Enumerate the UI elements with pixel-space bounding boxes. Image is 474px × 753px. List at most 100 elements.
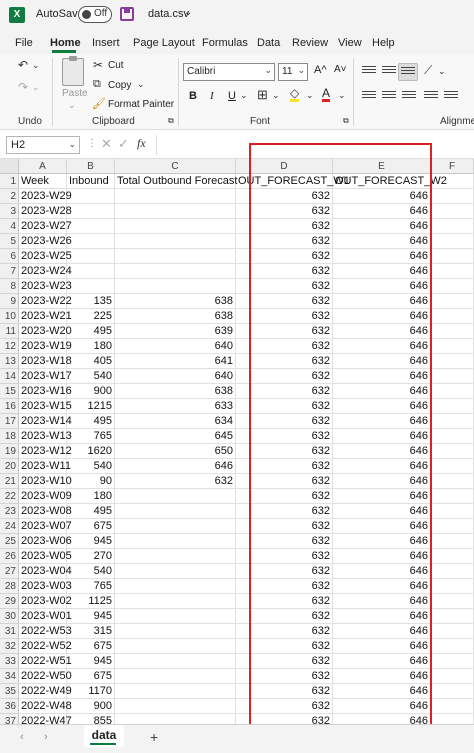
cell-d31[interactable]: 632 [236,624,333,639]
cell-f18[interactable] [431,429,474,444]
cell-f23[interactable] [431,504,474,519]
cell-c15[interactable]: 638 [115,384,236,399]
cell-d19[interactable]: 632 [236,444,333,459]
cell-c19[interactable]: 650 [115,444,236,459]
cell-c34[interactable] [115,669,236,684]
cell-b5[interactable] [67,234,115,249]
chevron-down-icon[interactable]: ⌄ [184,7,192,18]
cell-b17[interactable]: 495 [67,414,115,429]
cell-e25[interactable]: 646 [333,534,431,549]
cell-e30[interactable]: 646 [333,609,431,624]
format-painter-icon[interactable]: 🖌 [92,97,106,110]
cell-c28[interactable] [115,579,236,594]
cell-a8[interactable]: 2023-W23 [19,279,72,294]
cell-f22[interactable] [431,489,474,504]
cell-d8[interactable]: 632 [236,279,333,294]
chevron-down-icon[interactable]: ⌄ [338,90,346,101]
paste-icon[interactable] [62,56,84,86]
save-icon[interactable] [120,7,134,21]
cell-f15[interactable] [431,384,474,399]
cell-c33[interactable] [115,654,236,669]
cell-a16[interactable]: 2023-W15 [19,399,72,414]
cell-b20[interactable]: 540 [67,459,115,474]
cell-c22[interactable] [115,489,236,504]
chevron-down-icon[interactable]: ⌄ [272,90,280,101]
row-header[interactable]: 19 [0,444,19,459]
align-right-icon[interactable] [402,91,416,101]
cell-d4[interactable]: 632 [236,219,333,234]
row-header[interactable]: 16 [0,399,19,414]
row-header[interactable]: 5 [0,234,19,249]
row-header[interactable]: 11 [0,324,19,339]
cell-e16[interactable]: 646 [333,399,431,414]
cell-c32[interactable] [115,639,236,654]
cell-e1[interactable]: OUT_FORECAST_W2 [333,174,447,189]
cell-c30[interactable] [115,609,236,624]
cell-b4[interactable] [67,219,115,234]
cell-b1[interactable]: Inbound [67,174,115,189]
chevron-down-icon[interactable]: ⌄ [32,82,40,93]
cell-d12[interactable]: 632 [236,339,333,354]
cell-b35[interactable]: 1170 [67,684,115,699]
cell-e28[interactable]: 646 [333,579,431,594]
cell-f14[interactable] [431,369,474,384]
cell-f24[interactable] [431,519,474,534]
row-header[interactable]: 18 [0,429,19,444]
row-header[interactable]: 22 [0,489,19,504]
cell-f5[interactable] [431,234,474,249]
cell-a17[interactable]: 2023-W14 [19,414,72,429]
row-header[interactable]: 24 [0,519,19,534]
cell-e10[interactable]: 646 [333,309,431,324]
cell-e15[interactable]: 646 [333,384,431,399]
cell-f10[interactable] [431,309,474,324]
cell-f29[interactable] [431,594,474,609]
row-header[interactable]: 15 [0,384,19,399]
row-header[interactable]: 17 [0,414,19,429]
cell-b16[interactable]: 1215 [67,399,115,414]
cell-e32[interactable]: 646 [333,639,431,654]
cell-e11[interactable]: 646 [333,324,431,339]
cell-e8[interactable]: 646 [333,279,431,294]
cell-d32[interactable]: 632 [236,639,333,654]
chevron-right-icon[interactable]: › [44,731,48,743]
cell-a3[interactable]: 2023-W28 [19,204,72,219]
cell-d17[interactable]: 632 [236,414,333,429]
cell-f1[interactable] [431,174,474,189]
cell-b18[interactable]: 765 [67,429,115,444]
cell-f31[interactable] [431,624,474,639]
insert-function-button[interactable]: fx [137,136,146,151]
cell-f6[interactable] [431,249,474,264]
chevron-down-icon[interactable]: ⌄ [32,60,40,71]
cell-d36[interactable]: 632 [236,699,333,714]
cell-a36[interactable]: 2022-W48 [19,699,72,714]
tab-formulas[interactable]: Formulas [202,37,248,49]
cell-b26[interactable]: 270 [67,549,115,564]
cell-b12[interactable]: 180 [67,339,115,354]
cell-c16[interactable]: 633 [115,399,236,414]
cell-f27[interactable] [431,564,474,579]
cell-d21[interactable]: 632 [236,474,333,489]
cell-c4[interactable] [115,219,236,234]
cell-b3[interactable] [67,204,115,219]
cell-a24[interactable]: 2023-W07 [19,519,72,534]
cell-f33[interactable] [431,654,474,669]
row-header[interactable]: 9 [0,294,19,309]
cell-b24[interactable]: 675 [67,519,115,534]
cell-d24[interactable]: 632 [236,519,333,534]
chevron-down-icon[interactable]: ⌄ [306,90,314,101]
cell-c5[interactable] [115,234,236,249]
cell-e12[interactable]: 646 [333,339,431,354]
cell-c11[interactable]: 639 [115,324,236,339]
cell-c24[interactable] [115,519,236,534]
cell-a7[interactable]: 2023-W24 [19,264,72,279]
row-header[interactable]: 34 [0,669,19,684]
cell-a31[interactable]: 2022-W53 [19,624,72,639]
cell-e27[interactable]: 646 [333,564,431,579]
font-name-select[interactable]: Calibri ⌄ [183,63,275,81]
row-header[interactable]: 20 [0,459,19,474]
add-sheet-button[interactable]: + [150,729,158,745]
tab-data[interactable]: Data [257,37,280,49]
chevron-down-icon[interactable]: ⌄ [240,90,248,101]
cell-e6[interactable]: 646 [333,249,431,264]
cell-b15[interactable]: 900 [67,384,115,399]
